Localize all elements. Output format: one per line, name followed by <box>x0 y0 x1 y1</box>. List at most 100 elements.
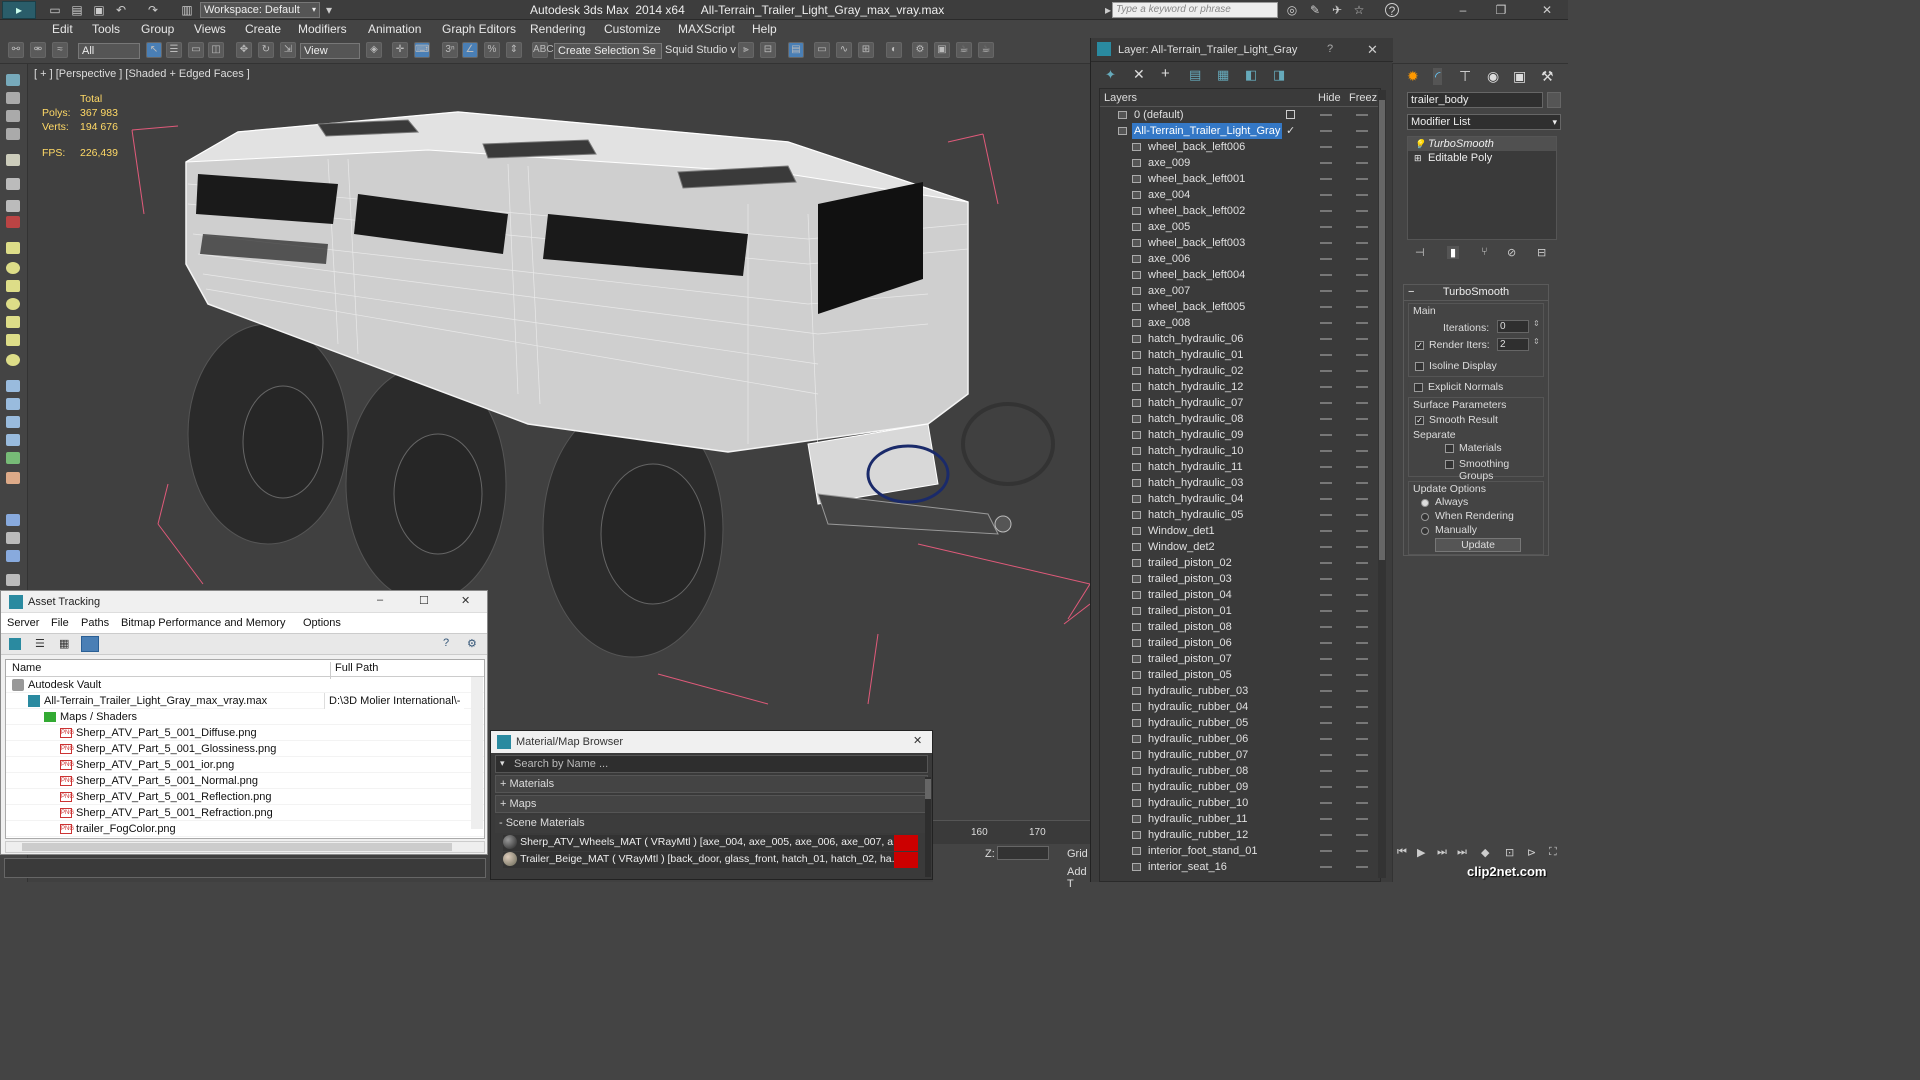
layer-hide-toggle[interactable] <box>1320 674 1332 676</box>
cylinder-icon[interactable] <box>6 280 20 292</box>
layer-row[interactable]: interior_seat_16 <box>1100 859 1380 875</box>
layer-hide-toggle[interactable] <box>1320 130 1332 132</box>
layer-hide-toggle[interactable] <box>1320 818 1332 820</box>
go-to-start-icon[interactable]: ⏮ <box>1397 846 1407 859</box>
table-view-icon[interactable]: ▦ <box>59 637 69 650</box>
layer-row[interactable]: wheel_back_left001 <box>1100 171 1380 187</box>
layer-hide-toggle[interactable] <box>1320 866 1332 868</box>
object-name-field[interactable]: trailer_body <box>1407 92 1543 108</box>
percent-snap-icon[interactable]: % <box>484 42 500 58</box>
layer-freeze-toggle[interactable] <box>1356 642 1368 644</box>
layer-freeze-toggle[interactable] <box>1356 594 1368 596</box>
layer-hide-toggle[interactable] <box>1320 434 1332 436</box>
systems-icon[interactable] <box>6 472 20 484</box>
layer-row[interactable]: hatch_hydraulic_01 <box>1100 347 1380 363</box>
layer-hide-toggle[interactable] <box>1320 834 1332 836</box>
layer-row[interactable]: hatch_hydraulic_02 <box>1100 363 1380 379</box>
workspace-dropdown[interactable]: Workspace: Default ▾ <box>200 2 320 18</box>
help-icon[interactable]: ? <box>1385 3 1399 18</box>
layer-row[interactable]: axe_004 <box>1100 187 1380 203</box>
layer-freeze-toggle[interactable] <box>1356 626 1368 628</box>
render-iters-checkbox[interactable]: ✓ <box>1415 341 1424 350</box>
layer-hide-toggle[interactable] <box>1320 210 1332 212</box>
render-production-icon[interactable]: ☕ <box>956 42 972 58</box>
zoom-icon[interactable] <box>6 514 20 526</box>
layer-hide-toggle[interactable] <box>1320 258 1332 260</box>
selection-filter-dropdown[interactable]: All <box>78 43 140 59</box>
asset-help-icon[interactable]: ? <box>443 637 449 649</box>
layer-row[interactable]: hatch_hydraulic_05 <box>1100 507 1380 523</box>
go-to-end-icon[interactable]: ⏭ <box>1457 846 1467 859</box>
layer-freeze-toggle[interactable] <box>1356 402 1368 404</box>
layer-freeze-toggle[interactable] <box>1356 370 1368 372</box>
render-setup-icon[interactable]: ⚙ <box>912 42 928 58</box>
layer-row[interactable]: hydraulic_rubber_12 <box>1100 827 1380 843</box>
layer-row[interactable]: axe_009 <box>1100 155 1380 171</box>
studio-label[interactable]: Squid Studio v <box>665 44 736 56</box>
material-editor-icon[interactable]: ◐ <box>886 42 902 58</box>
asset-menu-paths[interactable]: Paths <box>81 617 109 629</box>
menu-customize[interactable]: Customize <box>604 22 661 36</box>
menu-maxscript[interactable]: MAXScript <box>678 22 735 36</box>
menu-animation[interactable]: Animation <box>368 22 421 36</box>
layer-row[interactable]: hydraulic_rubber_07 <box>1100 747 1380 763</box>
layer-row[interactable]: axe_007 <box>1100 283 1380 299</box>
layer-list-scrollbar[interactable] <box>1378 90 1386 878</box>
layer-row[interactable]: All-Terrain_Trailer_Light_Gray ✓ <box>1100 123 1380 139</box>
layer-hide-toggle[interactable] <box>1320 226 1332 228</box>
smoothing-groups-checkbox[interactable] <box>1445 460 1454 469</box>
matbrowser-close-icon[interactable]: ✕ <box>913 734 922 747</box>
communication-icon[interactable]: ✈ <box>1330 3 1344 17</box>
asset-vertical-scrollbar[interactable] <box>471 677 483 829</box>
layer-row[interactable]: trailed_piston_07 <box>1100 651 1380 667</box>
layer-freeze-toggle[interactable] <box>1356 802 1368 804</box>
layer-freeze-toggle[interactable] <box>1356 658 1368 660</box>
layer-freeze-toggle[interactable] <box>1356 738 1368 740</box>
layer-freeze-toggle[interactable] <box>1356 498 1368 500</box>
asset-row[interactable]: PNG Sherp_ATV_Part_5_001_ior.png <box>6 757 484 773</box>
menu-group[interactable]: Group <box>141 22 174 36</box>
asset-row[interactable]: PNG trailer_FogColor.png <box>6 821 484 837</box>
layer-hide-toggle[interactable] <box>1320 514 1332 516</box>
minimize-icon[interactable]: – <box>1456 3 1470 17</box>
layer-hide-toggle[interactable] <box>1320 754 1332 756</box>
explicit-normals-checkbox[interactable] <box>1414 383 1423 392</box>
layer-active-box-icon[interactable] <box>1286 110 1295 119</box>
search-options-icon[interactable]: ▾ <box>500 758 505 769</box>
layer-row[interactable]: trailed_piston_06 <box>1100 635 1380 651</box>
layer-row[interactable]: Window_det2 <box>1100 539 1380 555</box>
maximize-viewport-icon[interactable] <box>6 574 20 586</box>
binoculars-icon[interactable]: ◎ <box>1285 3 1299 17</box>
align-icon[interactable]: ⊟ <box>760 42 776 58</box>
matbrowser-search[interactable]: ▾ Search by Name ... <box>495 755 928 773</box>
render-frame-icon[interactable]: ▣ <box>934 42 950 58</box>
helper-icon[interactable] <box>6 434 20 446</box>
layer-row[interactable]: trailed_piston_01 <box>1100 603 1380 619</box>
asset-row[interactable]: PNG Sherp_ATV_Part_5_001_Diffuse.png <box>6 725 484 741</box>
layer-hide-toggle[interactable] <box>1320 194 1332 196</box>
manipulate-icon[interactable]: ✛ <box>392 42 408 58</box>
layer-freeze-toggle[interactable] <box>1356 226 1368 228</box>
layer-freeze-toggle[interactable] <box>1356 114 1368 116</box>
layer-row[interactable]: hatch_hydraulic_09 <box>1100 427 1380 443</box>
asset-minimize-icon[interactable]: – <box>377 594 383 606</box>
matbrowser-scroll-thumb[interactable] <box>925 779 931 799</box>
group-maps[interactable]: + Maps <box>495 795 928 813</box>
list-view-icon[interactable]: ☰ <box>35 637 45 650</box>
layer-hide-toggle[interactable] <box>1320 690 1332 692</box>
layer-hide-toggle[interactable] <box>1320 274 1332 276</box>
layer-freeze-toggle[interactable] <box>1356 546 1368 548</box>
layer-row[interactable]: hatch_hydraulic_07 <box>1100 395 1380 411</box>
layer-freeze-toggle[interactable] <box>1356 178 1368 180</box>
layer-row[interactable]: hydraulic_rubber_04 <box>1100 699 1380 715</box>
layer-freeze-toggle[interactable] <box>1356 162 1368 164</box>
modifier-stack-turbosmooth[interactable]: 💡 TurboSmooth <box>1408 137 1556 151</box>
layer-freeze-toggle[interactable] <box>1356 850 1368 852</box>
pin-stack-icon[interactable]: ⊣ <box>1415 246 1425 259</box>
layer-row[interactable]: wheel_back_left002 <box>1100 203 1380 219</box>
layer-freeze-toggle[interactable] <box>1356 322 1368 324</box>
subscription-icon[interactable]: ✎ <box>1308 3 1322 17</box>
spinner-snap-icon[interactable]: ⇕ <box>506 42 522 58</box>
asset-row[interactable]: Maps / Shaders <box>6 709 484 725</box>
edge-icon[interactable] <box>6 216 20 228</box>
